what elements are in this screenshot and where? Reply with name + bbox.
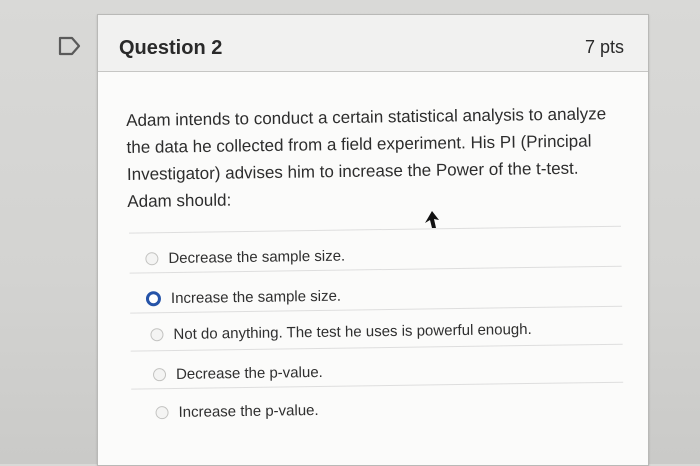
radio-button[interactable] [155,406,169,420]
answer-divider [129,265,622,274]
answer-divider [131,381,624,390]
answer-label: Not do anything. The test he uses is pow… [173,320,532,343]
answer-divider [130,305,623,314]
answer-label: Decrease the sample size. [168,247,346,268]
answer-divider [129,225,622,234]
flag-question-icon[interactable] [58,36,82,56]
radio-button-selected[interactable] [145,291,162,307]
answer-option-3[interactable]: Not do anything. The test he uses is pow… [150,320,532,343]
radio-button[interactable] [145,252,159,266]
answer-option-2[interactable]: Increase the sample size. [145,287,342,308]
answer-label: Increase the p-value. [178,401,319,421]
answer-label: Decrease the p-value. [175,363,323,383]
answer-option-5[interactable]: Increase the p-value. [155,401,319,421]
answer-option-4[interactable]: Decrease the p-value. [152,363,323,383]
radio-button[interactable] [152,368,167,382]
answer-divider [130,343,623,352]
answer-option-1[interactable]: Decrease the sample size. [145,248,345,268]
answer-list: Decrease the sample size. Increase the s… [98,7,654,465]
radio-button[interactable] [150,328,164,342]
answer-label: Increase the sample size. [170,287,342,308]
question-card: Question 2 7 pts Adam intends to conduct… [97,14,649,466]
